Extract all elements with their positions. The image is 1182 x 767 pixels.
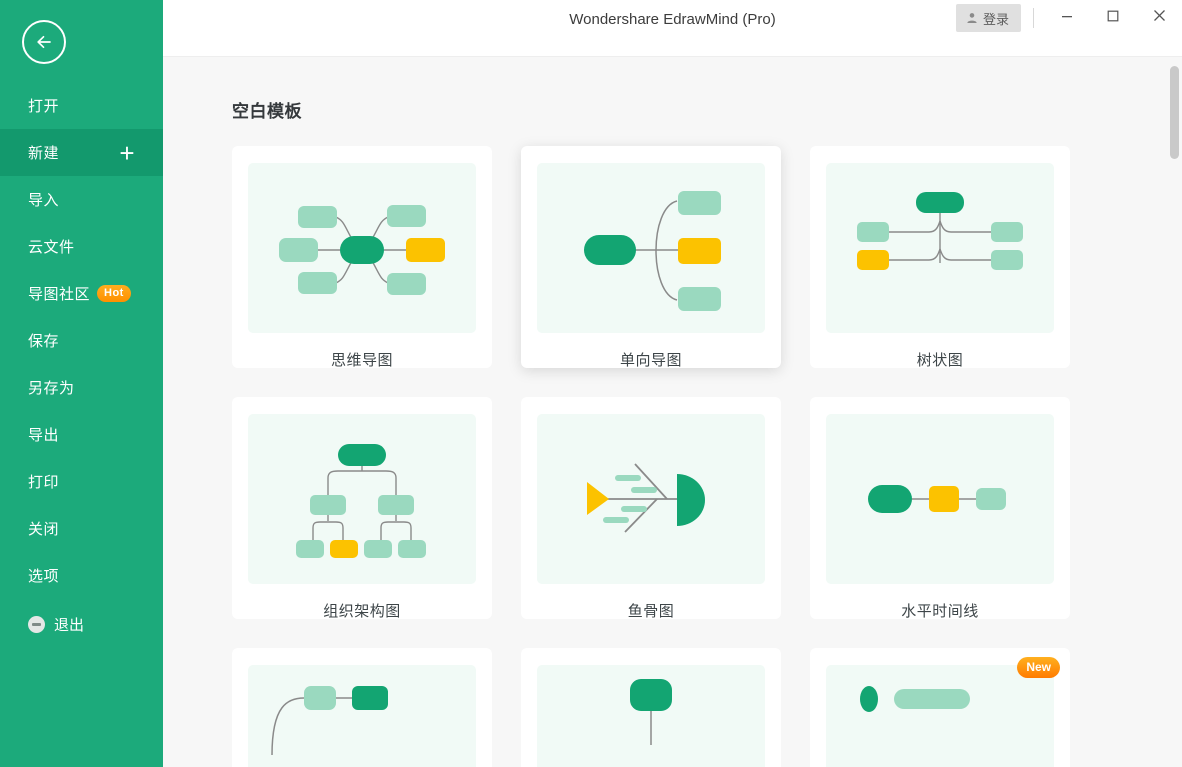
template-label: 鱼骨图 [537, 600, 765, 621]
minimize-icon [1061, 9, 1073, 27]
template-card-fishbone[interactable]: 鱼骨图 [521, 397, 781, 619]
template-thumbnail [248, 665, 476, 767]
content-area: 空白模板 [163, 56, 1182, 767]
template-thumbnail [537, 414, 765, 584]
sidebar-item-label: 打开 [28, 95, 59, 116]
templates-scroll-region: 空白模板 [163, 57, 1182, 767]
template-thumbnail [826, 414, 1054, 584]
template-card-timeline[interactable]: 水平时间线 [810, 397, 1070, 619]
template-card-org-chart[interactable]: 组织架构图 [232, 397, 492, 619]
title-bar-controls: 登录 [956, 0, 1182, 36]
app-window: 打开 新建 + 导入 云文件 导图社区 Hot 保存 另存为 [0, 0, 1182, 767]
minus-circle-icon [28, 616, 45, 633]
title-bar: Wondershare EdrawMind (Pro) 登录 [163, 0, 1182, 56]
sidebar-item-label: 新建 [28, 142, 59, 163]
hot-badge: Hot [97, 285, 131, 302]
sidebar-item-label: 导入 [28, 189, 59, 210]
sidebar-item-label: 导出 [28, 424, 59, 445]
right-pane: Wondershare EdrawMind (Pro) 登录 [163, 0, 1182, 767]
back-arrow-icon [32, 30, 56, 54]
sidebar-item-label: 导图社区 [28, 283, 90, 304]
sidebar-item-save[interactable]: 保存 [0, 317, 163, 364]
template-thumbnail [248, 163, 476, 333]
template-label: 水平时间线 [826, 600, 1054, 621]
back-button[interactable] [22, 20, 66, 64]
sidebar-item-export[interactable]: 导出 [0, 411, 163, 458]
sidebar-item-label: 退出 [54, 614, 84, 635]
sidebar-item-label: 打印 [28, 471, 59, 492]
page-title: 空白模板 [232, 97, 1182, 122]
template-thumbnail [826, 163, 1054, 333]
sidebar-item-save-as[interactable]: 另存为 [0, 364, 163, 411]
template-card-one-way-map[interactable]: 单向导图 [521, 146, 781, 368]
sidebar-item-community[interactable]: 导图社区 Hot [0, 270, 163, 317]
sidebar-item-open[interactable]: 打开 [0, 82, 163, 129]
sidebar: 打开 新建 + 导入 云文件 导图社区 Hot 保存 另存为 [0, 0, 163, 767]
sidebar-item-exit[interactable]: 退出 [0, 601, 163, 648]
plus-icon: + [119, 140, 135, 166]
template-thumbnail [248, 414, 476, 584]
template-label: 组织架构图 [248, 600, 476, 621]
close-button[interactable] [1136, 0, 1182, 36]
sidebar-item-label: 选项 [28, 565, 59, 586]
sidebar-item-cloud-files[interactable]: 云文件 [0, 223, 163, 270]
template-thumbnail [537, 163, 765, 333]
user-icon [966, 12, 978, 24]
sidebar-item-print[interactable]: 打印 [0, 458, 163, 505]
template-label: 树状图 [826, 349, 1054, 370]
template-thumbnail [826, 665, 1054, 767]
sidebar-item-label: 另存为 [28, 377, 75, 398]
sidebar-item-options[interactable]: 选项 [0, 552, 163, 599]
template-card-partial-left[interactable] [232, 648, 492, 767]
maximize-icon [1107, 9, 1119, 27]
sidebar-nav: 打开 新建 + 导入 云文件 导图社区 Hot 保存 另存为 [0, 82, 163, 648]
template-thumbnail [537, 665, 765, 767]
login-label: 登录 [983, 9, 1009, 28]
sidebar-item-label: 关闭 [28, 518, 59, 539]
sidebar-item-close[interactable]: 关闭 [0, 505, 163, 552]
vertical-scrollbar[interactable] [1167, 57, 1182, 767]
sidebar-item-new[interactable]: 新建 + [0, 129, 163, 176]
titlebar-divider [1033, 8, 1034, 28]
template-card-mind-map[interactable]: 思维导图 [232, 146, 492, 368]
template-card-tree-map[interactable]: 树状图 [810, 146, 1070, 368]
template-grid: 思维导图 [232, 146, 1182, 767]
sidebar-item-label: 保存 [28, 330, 59, 351]
template-label: 单向导图 [537, 349, 765, 370]
template-card-partial-right[interactable]: New [810, 648, 1070, 767]
template-card-partial-middle[interactable] [521, 648, 781, 767]
scrollbar-thumb[interactable] [1170, 66, 1179, 159]
template-label: 思维导图 [248, 349, 476, 370]
close-icon [1153, 9, 1166, 27]
maximize-button[interactable] [1090, 0, 1136, 36]
new-badge: New [1017, 657, 1060, 678]
login-button[interactable]: 登录 [956, 4, 1021, 32]
sidebar-item-import[interactable]: 导入 [0, 176, 163, 223]
minimize-button[interactable] [1044, 0, 1090, 36]
sidebar-item-label: 云文件 [28, 236, 75, 257]
